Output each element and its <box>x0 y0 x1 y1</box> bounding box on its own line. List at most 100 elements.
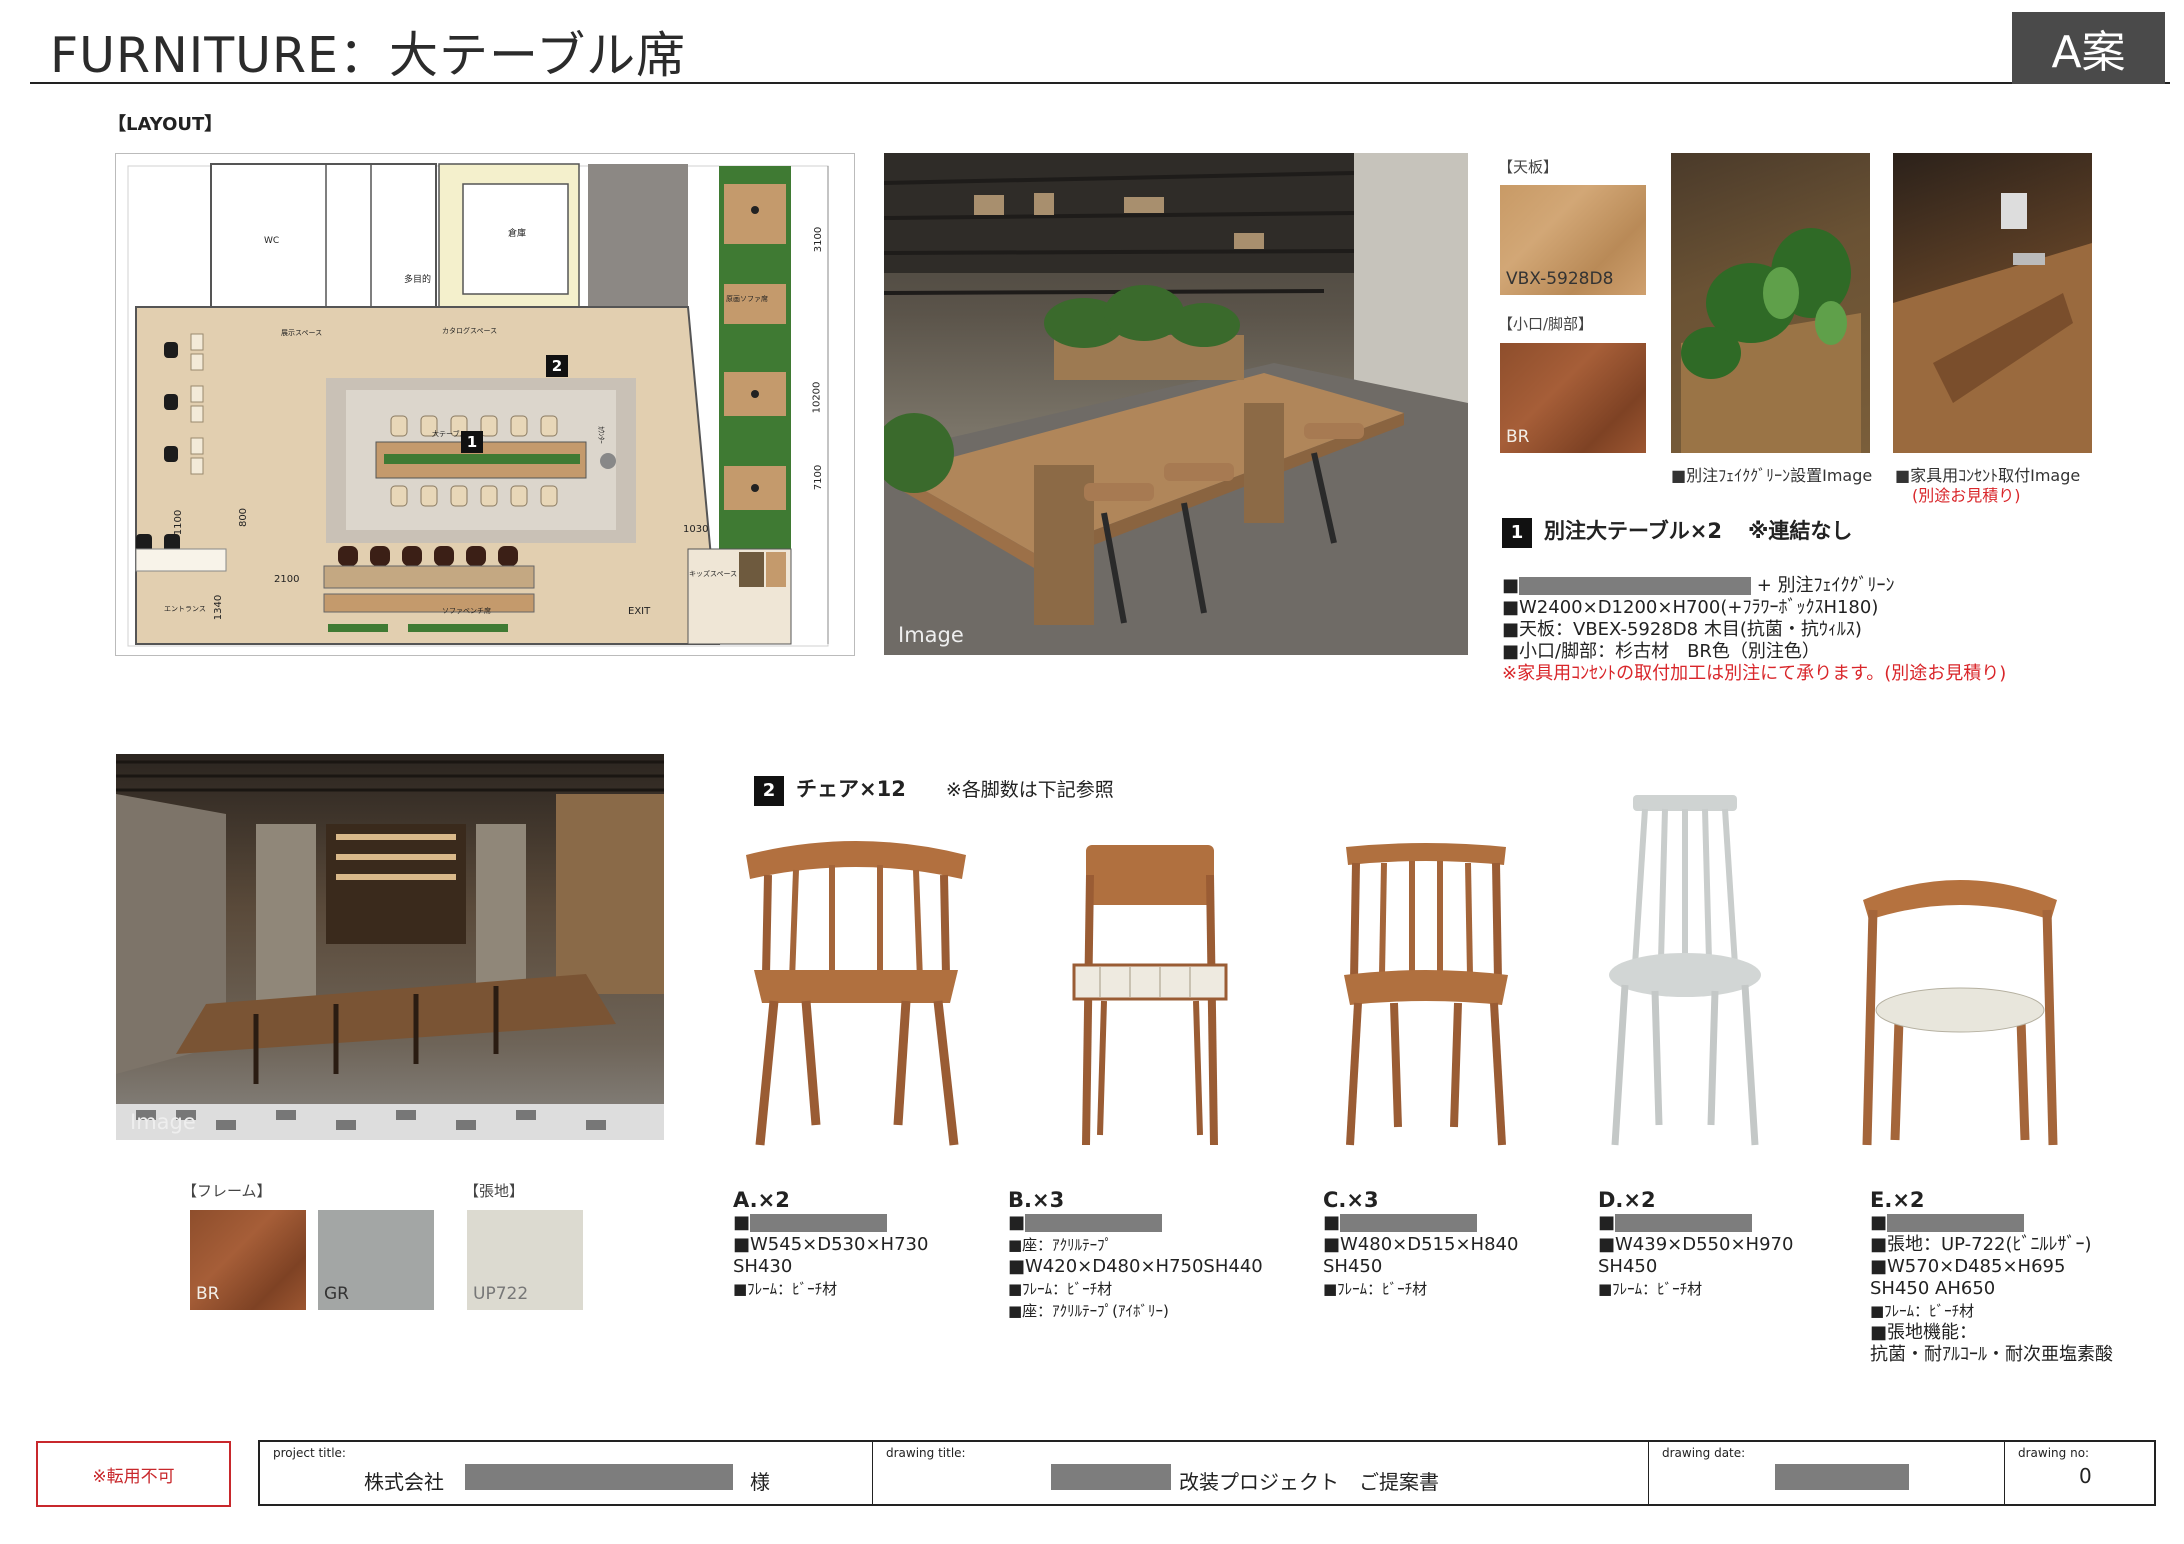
drawing-date-label: drawing date: <box>1662 1446 1746 1460</box>
dim-1030: 1030 <box>683 524 709 535</box>
chair-b-name-line: ■ <box>1008 1212 1263 1234</box>
project-honorific: 様 <box>750 1470 770 1494</box>
planter-detail-image <box>1671 153 1870 453</box>
chair-e-label: E.×2 <box>1870 1188 1925 1212</box>
chair-d-dims: ■W439×D550×H970 <box>1598 1234 1794 1255</box>
chair-e-function-values: 抗菌・耐ｱﾙｺｰﾙ・耐次亜塩素酸 <box>1870 1344 2113 1365</box>
room-label-sofa: 原画ソファ席 <box>726 295 768 303</box>
page-title: FURNITURE：大テーブル席 <box>50 27 687 84</box>
drawing-title-value: 改装プロジェクト ご提案書 <box>1179 1470 1439 1494</box>
chair-a-lines: ■ ■W545×D530×H730 SH430 ■ﾌﾚｰﾑ：ﾋﾞｰﾁ材 <box>733 1212 928 1300</box>
dim-7100: 7100 <box>813 464 825 491</box>
drawing-title-redacted <box>1051 1464 1171 1490</box>
chair-e-frame: ■ﾌﾚｰﾑ：ﾋﾞｰﾁ材 <box>1870 1302 1975 1320</box>
table-spec-note: ※連結なし <box>1747 519 1853 543</box>
fabric-label: 【張地】 <box>464 1182 525 1200</box>
tenban-code: VBX-5928D8 <box>1506 269 1614 289</box>
chair-e-redacted-name <box>1887 1214 2025 1232</box>
chair-b-label: B.×3 <box>1008 1188 1065 1212</box>
chair-b-dims: ■W420×D480×H750SH440 <box>1008 1256 1263 1277</box>
room-label-sofa-bench: ソファベンチ席 <box>442 607 491 615</box>
cafe-photo-label: Image <box>130 1110 196 1134</box>
table-spec-title: 別注大テーブル×2 <box>1544 519 1722 543</box>
no-reuse-stamp: ※転用不可 <box>36 1441 231 1507</box>
room-label-counter: ｶｳﾝﾀｰ <box>596 426 605 444</box>
planter-detail-scene <box>1681 228 1861 453</box>
drawing-no-value: 0 <box>2079 1464 2092 1488</box>
frame-swatch-br-code: BR <box>196 1284 220 1304</box>
table-spec-line1: ■ + 別注ﾌｪｲｸｸﾞﾘｰﾝ <box>1502 575 1895 596</box>
chair-e-spec: E.×2 ■ ■張地：UP-722(ﾋﾞﾆﾙﾚｻﾞｰ) ■W570×D485×H… <box>1870 1188 2113 1366</box>
dim-1340: 1340 <box>213 594 225 621</box>
chair-d-label: D.×2 <box>1598 1188 1656 1212</box>
chair-c-sh: SH450 <box>1323 1256 1383 1277</box>
table-spec-line4: ■小口/脚部：杉古材 BR色（別注色） <box>1502 641 1820 662</box>
chair-d-lines: ■ ■W439×D550×H970 SH450 ■ﾌﾚｰﾑ：ﾋﾞｰﾁ材 <box>1598 1212 1793 1300</box>
title-block: project title: 株式会社 様 drawing title: 改装プ… <box>258 1440 2156 1506</box>
frame-swatch-gr: GR <box>318 1210 434 1310</box>
chair-e-image <box>1862 880 2058 1146</box>
cafe-photo-scene <box>116 760 664 1140</box>
table-spec-heading: 1 別注大テーブル×2 ※連結なし <box>1502 515 1852 548</box>
chair-d-redacted-name <box>1615 1214 1753 1232</box>
table-spec-number: 1 <box>1502 518 1532 548</box>
chair-c-dims: ■W480×D515×H840 <box>1323 1234 1519 1255</box>
chair-b-seat: ■座：ｱｸﾘﾙﾃｰﾌﾟ <box>1008 1236 1113 1254</box>
chair-c-redacted-name <box>1340 1214 1478 1232</box>
koguchi-label: 【小口/脚部】 <box>1498 315 1594 333</box>
fabric-swatch-up722-code: UP722 <box>473 1284 529 1304</box>
table-spec-line3: ■天板：VBEX-5928D8 木目(抗菌・抗ｳｨﾙｽ) <box>1502 619 1862 640</box>
table-photo-scene <box>884 153 1468 655</box>
chair-c-spec: C.×3 ■ ■W480×D515×H840 SH450 ■ﾌﾚｰﾑ：ﾋﾞｰﾁ材 <box>1323 1188 1518 1300</box>
cafe-photo: Image <box>116 754 664 1140</box>
chair-d-sh: SH450 <box>1598 1256 1658 1277</box>
frame-swatch-gr-code: GR <box>324 1284 349 1304</box>
plan-marker-2: 2 <box>546 355 568 377</box>
floor-plan-drawing <box>127 163 829 647</box>
chair-e-fabric: ■張地：UP-722(ﾋﾞﾆﾙﾚｻﾞｰ) <box>1870 1234 2092 1255</box>
outlet-detail-scene <box>1893 193 2092 453</box>
koguchi-code: BR <box>1506 427 1530 447</box>
chair-e-lines: ■ ■張地：UP-722(ﾋﾞﾆﾙﾚｻﾞｰ) ■W570×D485×H695 S… <box>1870 1212 2113 1366</box>
chair-e-dims: ■W570×D485×H695 <box>1870 1256 2066 1277</box>
chair-b-spec: B.×3 ■ ■座：ｱｸﾘﾙﾃｰﾌﾟ ■W420×D480×H750SH440 … <box>1008 1188 1263 1322</box>
chair-d-name-line: ■ <box>1598 1212 1793 1234</box>
chair-e-name-line: ■ <box>1870 1212 2113 1234</box>
drawing-title-label: drawing title: <box>886 1446 966 1460</box>
chair-a-spec: A.×2 ■ ■W545×D530×H730 SH430 ■ﾌﾚｰﾑ：ﾋﾞｰﾁ材 <box>733 1188 928 1300</box>
table-spec-line1-suffix: + 別注ﾌｪｲｸｸﾞﾘｰﾝ <box>1756 575 1895 596</box>
table-area-tiles <box>326 378 636 543</box>
chair-c-frame: ■ﾌﾚｰﾑ：ﾋﾞｰﾁ材 <box>1323 1280 1428 1298</box>
outlet-note: (別途お見積り) <box>1912 486 2021 505</box>
chair-d-spec: D.×2 ■ ■W439×D550×H970 SH450 ■ﾌﾚｰﾑ：ﾋﾞｰﾁ材 <box>1598 1188 1793 1300</box>
chair-e-function-label: ■張地機能： <box>1870 1322 1978 1343</box>
chair-a-frame: ■ﾌﾚｰﾑ：ﾋﾞｰﾁ材 <box>733 1280 838 1298</box>
chair-e-sh-ah: SH450 AH650 <box>1870 1278 1996 1299</box>
chair-a-name-line: ■ <box>733 1212 928 1234</box>
table-photo-label: Image <box>898 623 964 647</box>
title-underline <box>30 82 2170 84</box>
dim-1100: 1100 <box>173 509 185 536</box>
chair-d-image <box>1609 795 1761 1146</box>
chair-c-lines: ■ ■W480×D515×H840 SH450 ■ﾌﾚｰﾑ：ﾋﾞｰﾁ材 <box>1323 1212 1518 1300</box>
chair-d-frame: ■ﾌﾚｰﾑ：ﾋﾞｰﾁ材 <box>1598 1280 1703 1298</box>
layout-section-label: 【LAYOUT】 <box>108 114 223 135</box>
room-label-wc: WC <box>264 236 280 246</box>
chair-c-label: C.×3 <box>1323 1188 1379 1212</box>
chairs-title: チェア×12 <box>796 777 906 801</box>
chair-a-redacted-name <box>750 1214 888 1232</box>
chair-b-seat-color: ■座：ｱｸﾘﾙﾃｰﾌﾟ(ｱｲﾎﾞﾘｰ) <box>1008 1302 1169 1320</box>
frame-swatch-br: BR <box>190 1210 306 1310</box>
outlet-detail-image <box>1893 153 2092 453</box>
tenban-swatch: VBX-5928D8 <box>1500 185 1646 295</box>
chair-a-dims: ■W545×D530×H730 <box>733 1234 929 1255</box>
title-block-date: drawing date: <box>1648 1442 2004 1504</box>
drawing-date-redacted <box>1775 1464 1909 1490</box>
tenban-label: 【天板】 <box>1498 158 1559 176</box>
table-photo: Image <box>884 153 1468 655</box>
floor-plan: WC 倉庫 多目的 展示スペース カタログスペース 原画ソファ席 キッズスペース… <box>115 153 855 656</box>
room-label-exit: EXIT <box>628 606 651 617</box>
frame-label: 【フレーム】 <box>182 1182 272 1200</box>
dim-800: 800 <box>238 507 250 528</box>
chairs-number: 2 <box>754 776 784 806</box>
